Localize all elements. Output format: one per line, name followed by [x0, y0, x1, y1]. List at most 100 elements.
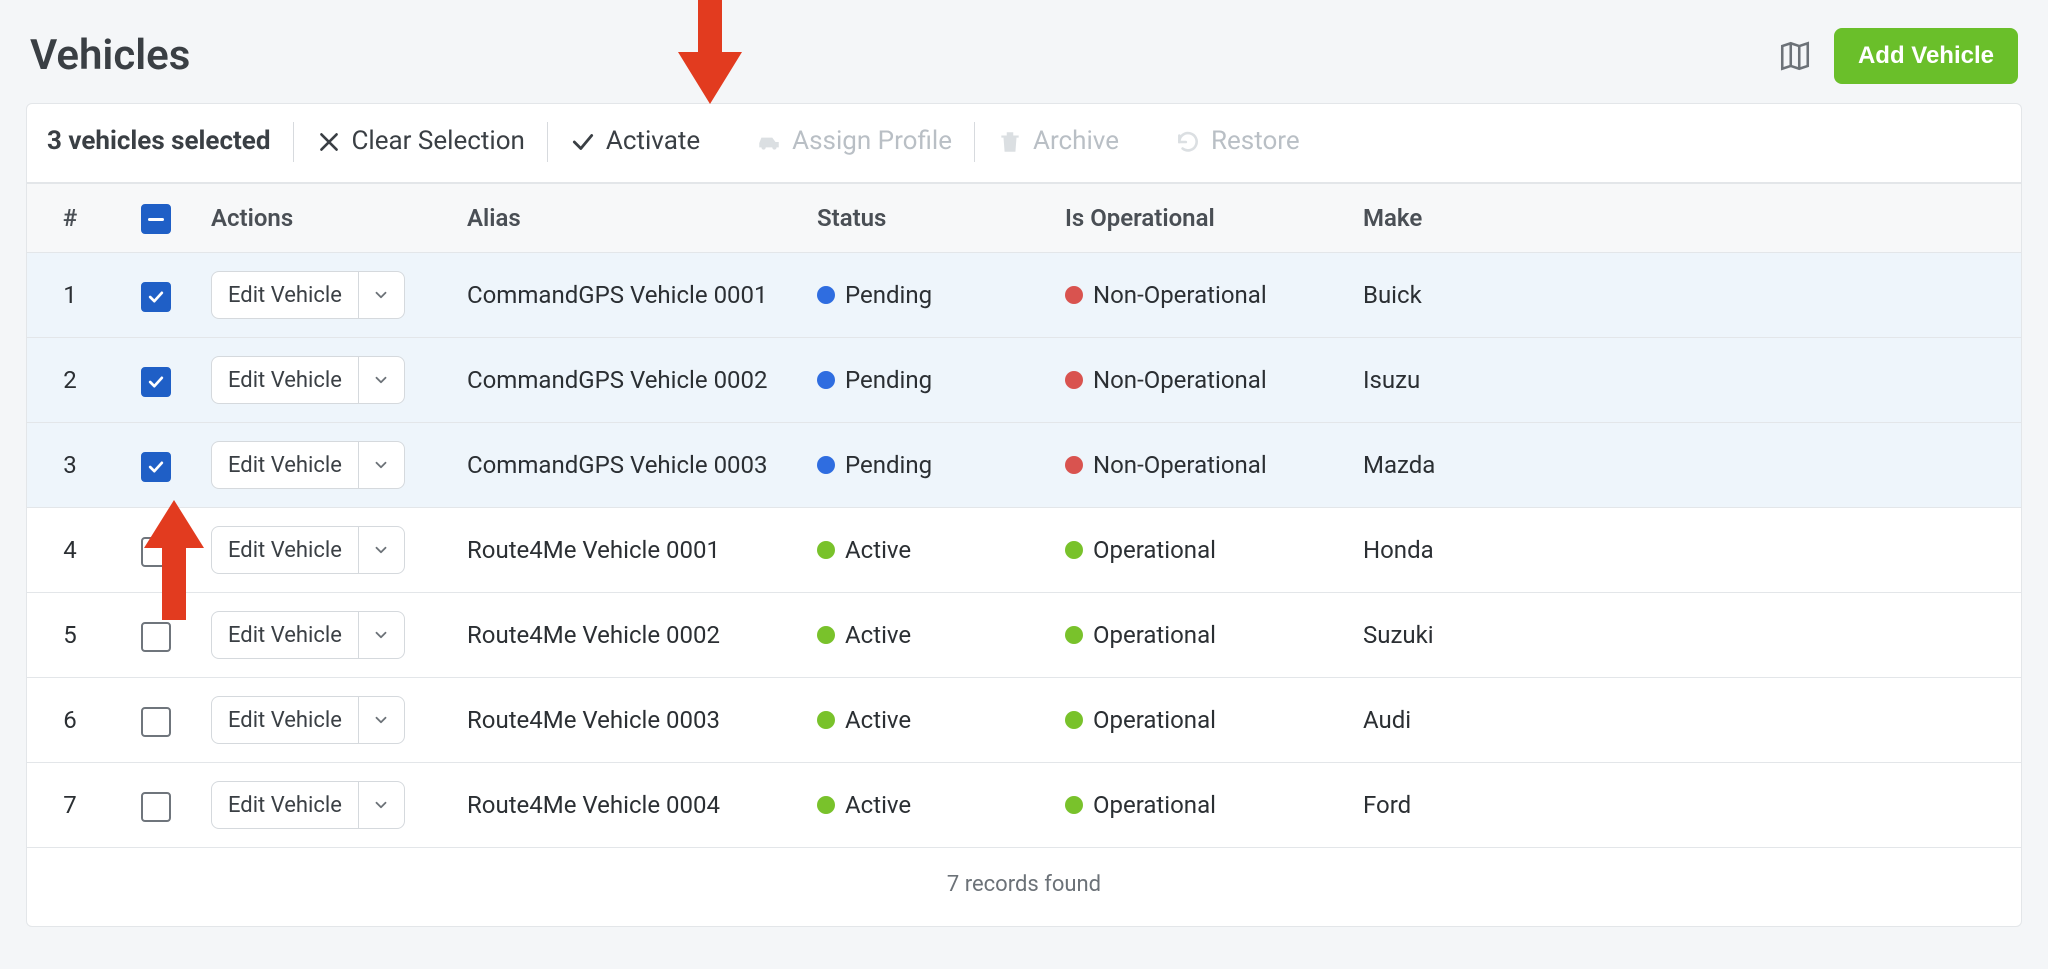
row-select-checkbox[interactable] — [141, 367, 171, 397]
edit-vehicle-caret[interactable] — [358, 357, 404, 403]
row-select-checkbox[interactable] — [141, 537, 171, 567]
row-index: 1 — [27, 261, 113, 329]
status-dot — [1065, 456, 1083, 474]
map-icon[interactable] — [1778, 39, 1812, 73]
table-header: # Actions Alias Status Is Operational Ma… — [27, 183, 2021, 254]
selected-count: 3 vehicles selected — [47, 124, 293, 159]
edit-vehicle-button[interactable]: Edit Vehicle — [211, 781, 405, 829]
trash-icon — [997, 129, 1023, 155]
clear-selection-button[interactable]: Clear Selection — [294, 124, 547, 159]
edit-vehicle-caret[interactable] — [358, 527, 404, 573]
status-dot — [817, 541, 835, 559]
col-alias: Alias — [455, 184, 805, 252]
cell-make: Buick — [1351, 261, 1571, 329]
edit-vehicle-caret[interactable] — [358, 442, 404, 488]
row-select-checkbox[interactable] — [141, 707, 171, 737]
cell-make: Mazda — [1351, 431, 1571, 499]
edit-vehicle-caret[interactable] — [358, 782, 404, 828]
row-select-checkbox[interactable] — [141, 792, 171, 822]
cell-status: Active — [817, 704, 1041, 736]
cell-operational: Operational — [1065, 619, 1339, 651]
table-row: 3Edit VehicleCommandGPS Vehicle 0003Pend… — [27, 423, 2021, 508]
edit-vehicle-button[interactable]: Edit Vehicle — [211, 526, 405, 574]
edit-vehicle-label: Edit Vehicle — [212, 272, 358, 318]
cell-alias: Route4Me Vehicle 0001 — [455, 516, 805, 584]
table-row: 5 Edit Vehicle Route4Me Vehicle 0002 Active… — [27, 593, 2021, 678]
cell-operational: Operational — [1065, 534, 1339, 566]
row-index: 2 — [27, 346, 113, 414]
cell-status: Pending — [817, 449, 1041, 481]
edit-vehicle-caret[interactable] — [358, 272, 404, 318]
cell-operational: Operational — [1065, 704, 1339, 736]
cell-operational: Non-Operational — [1065, 449, 1339, 481]
row-index: 5 — [27, 601, 113, 669]
edit-vehicle-caret[interactable] — [358, 697, 404, 743]
table-row: 4 Edit Vehicle Route4Me Vehicle 0001 Active… — [27, 508, 2021, 593]
status-dot — [1065, 796, 1083, 814]
cell-status: Pending — [817, 279, 1041, 311]
restore-button: Restore — [1141, 124, 1322, 159]
page-title: Vehicles — [30, 28, 190, 85]
edit-vehicle-label: Edit Vehicle — [212, 442, 358, 488]
edit-vehicle-button[interactable]: Edit Vehicle — [211, 271, 405, 319]
check-icon — [570, 129, 596, 155]
close-icon — [316, 129, 342, 155]
cell-status: Active — [817, 619, 1041, 651]
edit-vehicle-label: Edit Vehicle — [212, 527, 358, 573]
cell-alias: Route4Me Vehicle 0004 — [455, 771, 805, 839]
select-all-checkbox[interactable] — [141, 204, 171, 234]
cell-alias: CommandGPS Vehicle 0003 — [455, 431, 805, 499]
add-vehicle-button[interactable]: Add Vehicle — [1834, 28, 2018, 84]
activate-button[interactable]: Activate — [548, 124, 722, 159]
status-dot — [1065, 626, 1083, 644]
cell-alias: CommandGPS Vehicle 0002 — [455, 346, 805, 414]
col-select — [113, 184, 199, 253]
status-dot — [817, 286, 835, 304]
status-dot — [817, 456, 835, 474]
edit-vehicle-button[interactable]: Edit Vehicle — [211, 441, 405, 489]
row-index: 6 — [27, 686, 113, 754]
status-dot — [1065, 371, 1083, 389]
status-dot — [1065, 541, 1083, 559]
col-operational: Is Operational — [1053, 184, 1351, 252]
edit-vehicle-label: Edit Vehicle — [212, 612, 358, 658]
cell-make: Honda — [1351, 516, 1571, 584]
col-index: # — [27, 184, 113, 252]
cell-make: Ford — [1351, 771, 1571, 839]
edit-vehicle-caret[interactable] — [358, 612, 404, 658]
edit-vehicle-button[interactable]: Edit Vehicle — [211, 611, 405, 659]
cell-alias: CommandGPS Vehicle 0001 — [455, 261, 805, 329]
status-dot — [817, 711, 835, 729]
cell-operational: Non-Operational — [1065, 279, 1339, 311]
cell-status: Active — [817, 534, 1041, 566]
col-actions: Actions — [199, 184, 455, 252]
table-row: 6 Edit Vehicle Route4Me Vehicle 0003 Active… — [27, 678, 2021, 763]
edit-vehicle-label: Edit Vehicle — [212, 357, 358, 403]
row-select-checkbox[interactable] — [141, 622, 171, 652]
col-status: Status — [805, 184, 1053, 252]
assign-profile-button: Assign Profile — [722, 124, 974, 159]
cell-status: Pending — [817, 364, 1041, 396]
status-dot — [1065, 711, 1083, 729]
edit-vehicle-button[interactable]: Edit Vehicle — [211, 696, 405, 744]
row-index: 4 — [27, 516, 113, 584]
cell-operational: Non-Operational — [1065, 364, 1339, 396]
row-select-checkbox[interactable] — [141, 452, 171, 482]
cell-operational: Operational — [1065, 789, 1339, 821]
table-row: 1 Edit Vehicle CommandGPS Vehicle 0001 Pend… — [27, 253, 2021, 338]
vehicle-profile-icon — [756, 129, 782, 155]
status-dot — [817, 371, 835, 389]
row-select-checkbox[interactable] — [141, 282, 171, 312]
col-make: Make — [1351, 184, 1571, 252]
cell-make: Audi — [1351, 686, 1571, 754]
row-index: 7 — [27, 771, 113, 839]
cell-make: Suzuki — [1351, 601, 1571, 669]
cell-alias: Route4Me Vehicle 0002 — [455, 601, 805, 669]
cell-alias: Route4Me Vehicle 0003 — [455, 686, 805, 754]
table-row: 7 Edit Vehicle Route4Me Vehicle 0004 Active… — [27, 763, 2021, 848]
status-dot — [817, 626, 835, 644]
table-row: 2 Edit Vehicle CommandGPS Vehicle 0002 Pend… — [27, 338, 2021, 423]
cell-status: Active — [817, 789, 1041, 821]
cell-make: Isuzu — [1351, 346, 1571, 414]
edit-vehicle-button[interactable]: Edit Vehicle — [211, 356, 405, 404]
